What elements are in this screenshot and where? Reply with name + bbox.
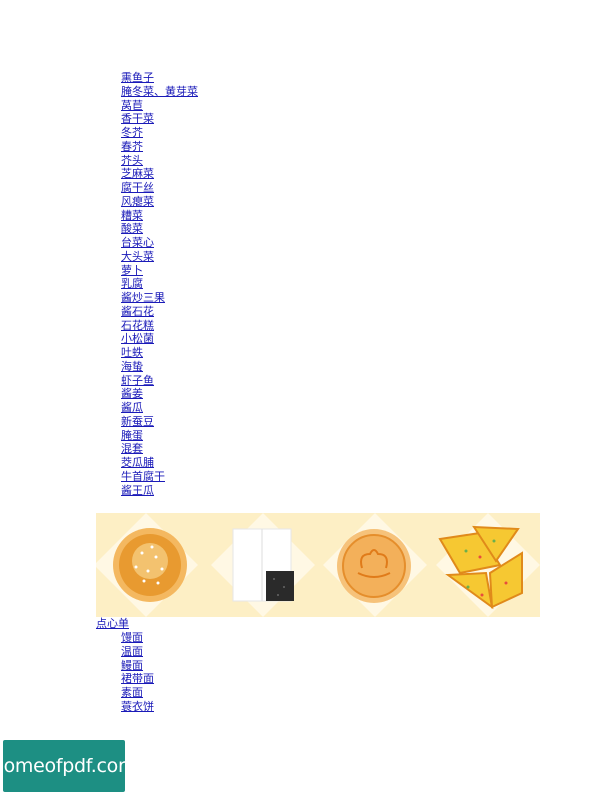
- dim-sum-list-item[interactable]: 温面: [121, 645, 143, 658]
- rice-cake-icon: [232, 528, 294, 602]
- pickles-list-item[interactable]: 熏鱼子: [121, 71, 154, 84]
- pickles-list-item[interactable]: 风瘪菜: [121, 195, 154, 208]
- pickles-list-item[interactable]: 混套: [121, 442, 143, 455]
- pickles-list-item[interactable]: 酱王瓜: [121, 484, 154, 497]
- pickles-list-item[interactable]: 酱石花: [121, 305, 154, 318]
- dim-sum-list-item[interactable]: 裙带面: [121, 672, 154, 685]
- pickles-list-item[interactable]: 腌蛋: [121, 429, 143, 442]
- pickles-list-item[interactable]: 莴苣: [121, 99, 143, 112]
- dim-sum-heading-link[interactable]: 点心单: [96, 617, 129, 630]
- pickles-list-item[interactable]: 茭瓜脯: [121, 456, 154, 469]
- pickles-list-item[interactable]: 冬芥: [121, 126, 143, 139]
- pickles-list-item[interactable]: 香干菜: [121, 112, 154, 125]
- pickles-list-item[interactable]: 春芥: [121, 140, 143, 153]
- pickles-list-item[interactable]: 虾子鱼: [121, 374, 154, 387]
- pickles-list-item[interactable]: 芝麻菜: [121, 167, 154, 180]
- pickles-list-item[interactable]: 腐干丝: [121, 181, 154, 194]
- pickles-list-item[interactable]: 萝卜: [121, 264, 143, 277]
- pickles-list-item[interactable]: 腌冬菜、黄芽菜: [121, 85, 198, 98]
- pickles-list-item[interactable]: 酱姜: [121, 387, 143, 400]
- watermark-logo: homeofpdf.com: [0, 740, 136, 792]
- watermark-text: homeofpdf.com: [0, 755, 137, 777]
- pickles-list-item[interactable]: 小松菌: [121, 332, 154, 345]
- pickles-list-item[interactable]: 石花糕: [121, 319, 154, 332]
- pickles-list-item[interactable]: 台菜心: [121, 236, 154, 249]
- pickles-list-item[interactable]: 糟菜: [121, 209, 143, 222]
- dim-sum-list-item[interactable]: 馒面: [121, 631, 143, 644]
- pickles-list-item[interactable]: 大头菜: [121, 250, 154, 263]
- pickles-list-item[interactable]: 新蚕豆: [121, 415, 154, 428]
- dim-sum-list-item[interactable]: 鳗面: [121, 659, 143, 672]
- stamped-pastry-icon: [337, 529, 411, 603]
- pickles-list-item[interactable]: 酱炒三果: [121, 291, 165, 304]
- pickles-list-item[interactable]: 海蛰: [121, 360, 143, 373]
- pickles-list-item[interactable]: 酱瓜: [121, 401, 143, 414]
- dim-sum-list-item[interactable]: 蓑衣饼: [121, 700, 154, 713]
- dim-sum-list-item[interactable]: 素面: [121, 686, 143, 699]
- pickles-list-item[interactable]: 乳腐: [121, 277, 143, 290]
- pickles-list-item[interactable]: 吐蛈: [121, 346, 143, 359]
- pickles-list-item[interactable]: 酸菜: [121, 222, 143, 235]
- pickles-list-item[interactable]: 牛首腐干: [121, 470, 165, 483]
- sesame-bun-icon: [113, 528, 187, 602]
- pickles-list-item[interactable]: 芥头: [121, 154, 143, 167]
- dim-sum-illustration-banner: [96, 513, 540, 617]
- dim-sum-illustration: [96, 513, 540, 617]
